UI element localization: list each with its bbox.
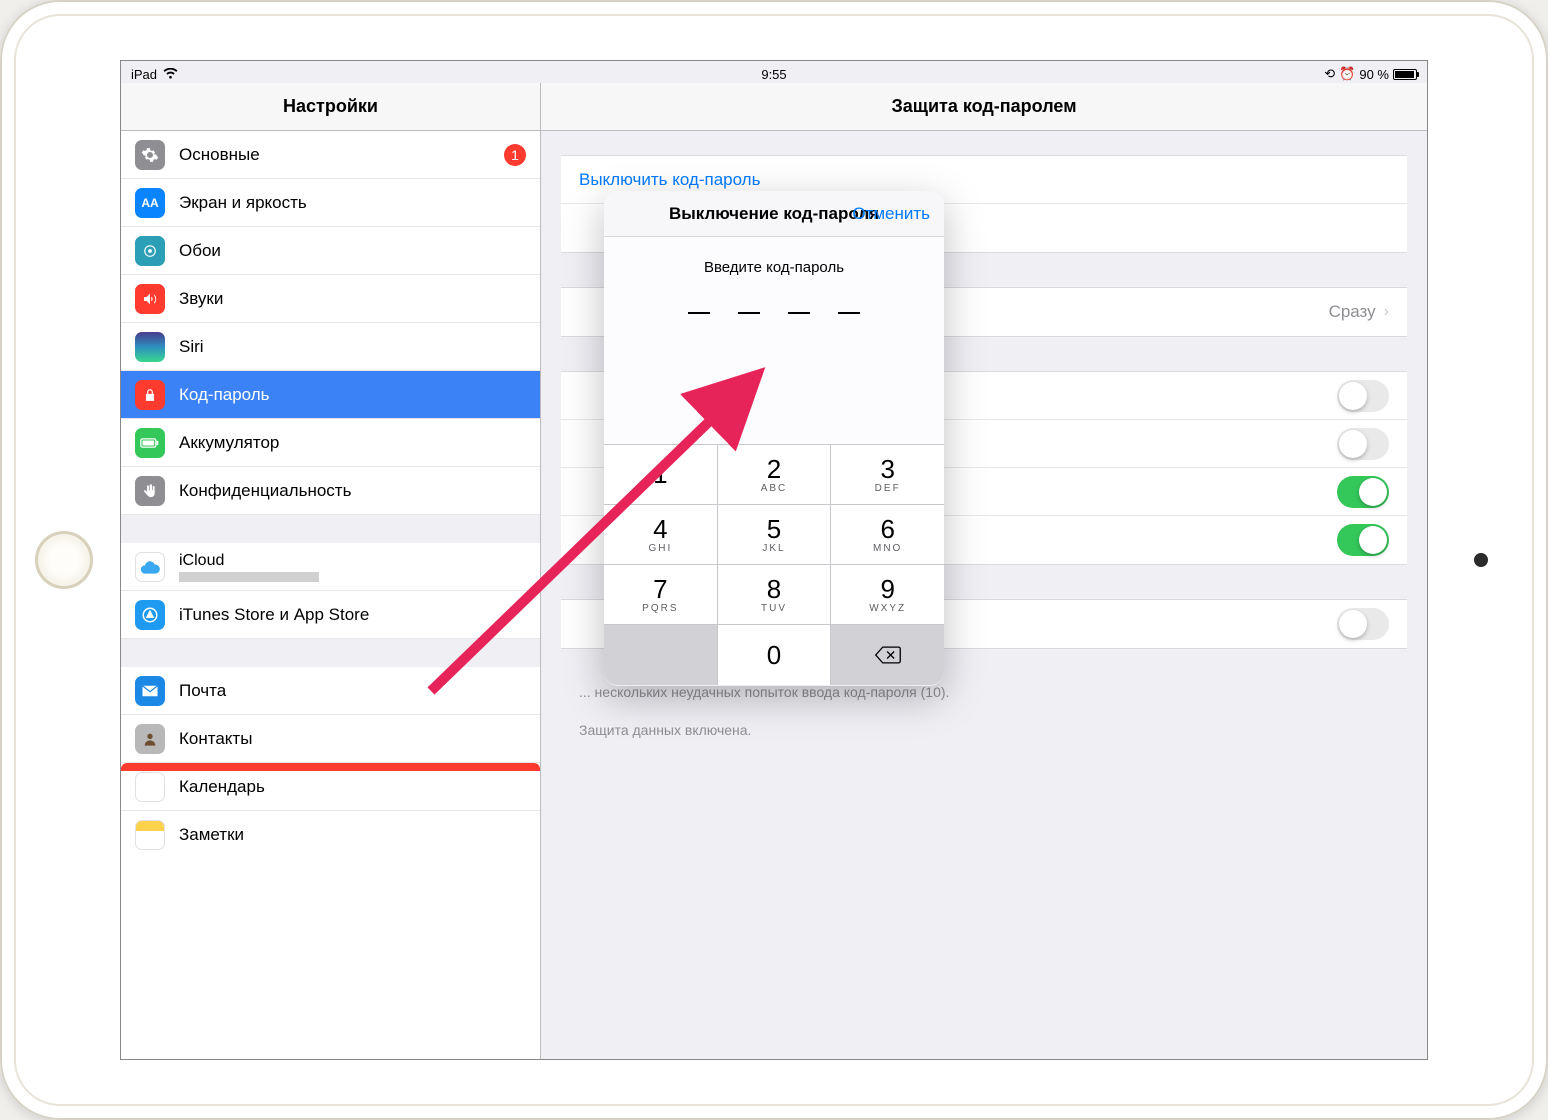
key-5[interactable]: 5JKL xyxy=(718,505,832,565)
gear-icon xyxy=(135,140,165,170)
lock-icon xyxy=(135,380,165,410)
footer-text-2: Защита данных включена. xyxy=(541,721,1427,759)
mail-icon xyxy=(135,676,165,706)
passcode-input[interactable] xyxy=(604,312,944,314)
clock: 9:55 xyxy=(761,67,786,82)
key-4[interactable]: 4GHI xyxy=(604,505,718,565)
sidebar-item-battery[interactable]: Аккумулятор xyxy=(121,419,540,467)
sidebar-item-calendar[interactable]: Календарь xyxy=(121,763,540,811)
toggle-switch[interactable] xyxy=(1337,476,1389,508)
device-label: iPad xyxy=(131,67,157,82)
appstore-icon xyxy=(135,600,165,630)
front-camera xyxy=(1474,553,1488,567)
toggle-switch[interactable] xyxy=(1337,524,1389,556)
sidebar-item-icloud[interactable]: iCloud xyxy=(121,543,540,591)
siri-icon xyxy=(135,332,165,362)
key-7[interactable]: 7PQRS xyxy=(604,565,718,625)
passcode-slot xyxy=(788,312,810,314)
passcode-slot xyxy=(838,312,860,314)
chevron-right-icon: › xyxy=(1384,303,1389,321)
key-0[interactable]: 0 xyxy=(718,625,832,685)
key-8[interactable]: 8TUV xyxy=(718,565,832,625)
key-3[interactable]: 3DEF xyxy=(831,445,944,505)
hand-icon xyxy=(135,476,165,506)
sidebar-label: Календарь xyxy=(179,777,526,797)
passcode-slot xyxy=(738,312,760,314)
wallpaper-icon xyxy=(135,236,165,266)
backspace-icon xyxy=(874,645,902,665)
toggle-switch[interactable] xyxy=(1337,380,1389,412)
passcode-popover: Выключение код-пароля Отменить Введите к… xyxy=(604,191,944,686)
sidebar-label: Siri xyxy=(179,337,526,357)
sidebar-label: Контакты xyxy=(179,729,526,749)
sidebar-item-siri[interactable]: Siri xyxy=(121,323,540,371)
passcode-title: Защита код-паролем xyxy=(541,83,1427,131)
settings-sidebar: Настройки Основные 1 AA Экран и яркость xyxy=(121,83,541,1059)
sidebar-label: Основные xyxy=(179,145,504,165)
battery-icon xyxy=(135,428,165,458)
home-button[interactable] xyxy=(35,531,93,589)
text-size-icon: AA xyxy=(135,188,165,218)
wifi-icon xyxy=(163,67,178,82)
speaker-icon xyxy=(135,284,165,314)
sidebar-label: Обои xyxy=(179,241,526,261)
sidebar-item-display[interactable]: AA Экран и яркость xyxy=(121,179,540,227)
orientation-lock-icon: ⟲ xyxy=(1324,66,1335,82)
contacts-icon xyxy=(135,724,165,754)
screen: iPad 9:55 ⟲ ⏰ 90 % Настройки xyxy=(120,60,1428,1060)
alarm-icon: ⏰ xyxy=(1339,66,1355,82)
sidebar-item-privacy[interactable]: Конфиденциальность xyxy=(121,467,540,515)
sidebar-item-itunes[interactable]: iTunes Store и App Store xyxy=(121,591,540,639)
ipad-frame: iPad 9:55 ⟲ ⏰ 90 % Настройки xyxy=(0,0,1548,1120)
sidebar-label: Заметки xyxy=(179,825,526,845)
sidebar-label: Почта xyxy=(179,681,526,701)
sidebar-label: Экран и яркость xyxy=(179,193,526,213)
toggle-switch[interactable] xyxy=(1337,428,1389,460)
sidebar-item-notes[interactable]: Заметки xyxy=(121,811,540,859)
sidebar-label: Код-пароль xyxy=(179,385,526,405)
footer-text-1: ... нескольких неудачных попыток ввода к… xyxy=(541,683,1427,721)
passcode-slot xyxy=(688,312,710,314)
sidebar-item-wallpaper[interactable]: Обои xyxy=(121,227,540,275)
sidebar-label: iCloud xyxy=(179,552,319,570)
passcode-prompt: Введите код-пароль xyxy=(604,259,944,276)
sidebar-label: Звуки xyxy=(179,289,526,309)
sidebar-label: iTunes Store и App Store xyxy=(179,605,526,625)
settings-title: Настройки xyxy=(121,83,540,131)
key-backspace[interactable] xyxy=(831,625,944,685)
notification-badge: 1 xyxy=(504,144,526,166)
require-value: Сразу xyxy=(1329,302,1376,322)
numeric-keypad: 1 2ABC 3DEF 4GHI 5JKL 6MNO 7PQRS 8TUV 9W… xyxy=(604,444,944,685)
key-9[interactable]: 9WXYZ xyxy=(831,565,944,625)
account-sub xyxy=(179,572,319,582)
cancel-button[interactable]: Отменить xyxy=(852,204,930,224)
sidebar-item-general[interactable]: Основные 1 xyxy=(121,131,540,179)
status-bar: iPad 9:55 ⟲ ⏰ 90 % xyxy=(121,61,1427,83)
battery-icon xyxy=(1393,69,1417,80)
cloud-icon xyxy=(135,552,165,582)
sidebar-item-contacts[interactable]: Контакты xyxy=(121,715,540,763)
popover-title: Выключение код-пароля xyxy=(669,204,879,224)
sidebar-label: Конфиденциальность xyxy=(179,481,526,501)
key-blank xyxy=(604,625,718,685)
sidebar-label: Аккумулятор xyxy=(179,433,526,453)
sidebar-item-passcode[interactable]: Код-пароль xyxy=(121,371,540,419)
notes-icon xyxy=(135,820,165,850)
sidebar-item-mail[interactable]: Почта xyxy=(121,667,540,715)
key-2[interactable]: 2ABC xyxy=(718,445,832,505)
toggle-switch[interactable] xyxy=(1337,608,1389,640)
calendar-icon xyxy=(135,772,165,802)
battery-percentage: 90 % xyxy=(1359,67,1389,82)
sidebar-item-sounds[interactable]: Звуки xyxy=(121,275,540,323)
key-1[interactable]: 1 xyxy=(604,445,718,505)
disable-passcode-link[interactable]: Выключить код-пароль xyxy=(579,170,760,190)
key-6[interactable]: 6MNO xyxy=(831,505,944,565)
